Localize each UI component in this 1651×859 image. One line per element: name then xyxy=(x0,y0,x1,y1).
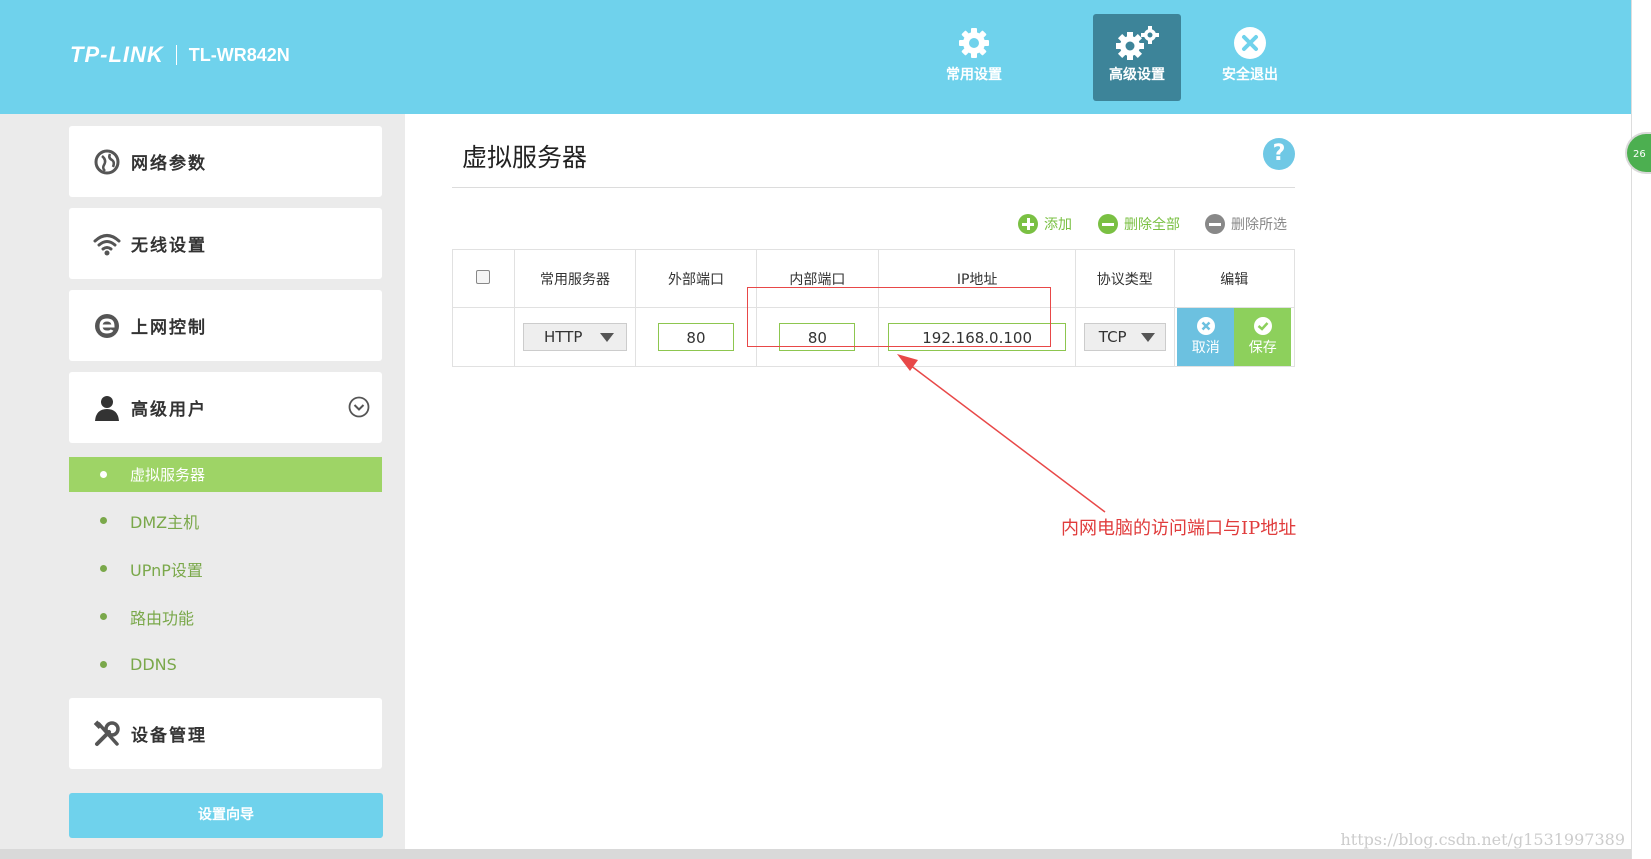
nav-label: 高级设置 xyxy=(1109,67,1165,83)
chevron-down-icon[interactable] xyxy=(348,396,370,418)
brand-logo: TP-LINK TL-WR842N xyxy=(70,42,290,68)
sidebar: 网络参数 无线设置 上网控制 高级用户 虚拟服务器 DMZ主机 UPnP设置 路… xyxy=(0,114,405,849)
sidebar-item-label: 网络参数 xyxy=(131,154,207,174)
bottom-bar xyxy=(0,849,1632,859)
gears-icon xyxy=(1116,26,1159,60)
sidebar-item-label: 高级用户 xyxy=(131,400,207,420)
scrollbar[interactable] xyxy=(1631,0,1651,859)
nav-label: 常用设置 xyxy=(946,67,1002,83)
bullet-icon xyxy=(100,565,107,572)
watermark: https://blog.csdn.net/g1531997389 xyxy=(1340,830,1625,849)
sidebar-subitem-label: DDNS xyxy=(130,655,177,674)
sidebar-subitem-label: UPnP设置 xyxy=(130,560,203,580)
bullet-icon xyxy=(100,471,107,478)
brand-name: TP-LINK xyxy=(70,42,164,67)
sidebar-item-label: 无线设置 xyxy=(131,236,207,256)
sidebar-subitem-dmz[interactable]: DMZ主机 xyxy=(69,503,382,538)
nav-basic-settings[interactable]: 常用设置 xyxy=(930,14,1018,101)
sidebar-item-label: 上网控制 xyxy=(131,318,207,338)
annotation-arrow-icon xyxy=(897,354,1106,513)
globe-icon xyxy=(94,149,120,174)
nav-logout[interactable]: 安全退出 xyxy=(1206,14,1294,101)
sidebar-item-network[interactable]: 网络参数 xyxy=(69,126,382,197)
nav-advanced-settings[interactable]: 高级设置 xyxy=(1093,14,1181,101)
gear-icon xyxy=(959,28,989,58)
sidebar-item-wireless[interactable]: 无线设置 xyxy=(69,208,382,279)
sidebar-subitem-routing[interactable]: 路由功能 xyxy=(69,599,382,634)
user-icon xyxy=(95,395,119,421)
sidebar-subitem-label: 虚拟服务器 xyxy=(130,466,206,484)
sidebar-subitem-label: 路由功能 xyxy=(130,608,195,628)
bullet-icon xyxy=(100,613,107,620)
sidebar-subitem-ddns[interactable]: DDNS xyxy=(69,647,382,682)
sidebar-subitem-upnp[interactable]: UPnP设置 xyxy=(69,551,382,586)
tools-icon xyxy=(93,719,120,746)
sidebar-subitem-label: DMZ主机 xyxy=(130,512,200,532)
exit-icon xyxy=(1234,27,1266,59)
sidebar-item-access-control[interactable]: 上网控制 xyxy=(69,290,382,361)
brand-separator xyxy=(175,45,177,65)
top-header: TP-LINK TL-WR842N 常用设置 高级设置 安全退出 xyxy=(0,0,1632,114)
model-name: TL-WR842N xyxy=(188,44,290,65)
annotation-text: 内网电脑的访问端口与IP地址 xyxy=(1061,518,1297,539)
browser-e-icon xyxy=(95,313,119,338)
sidebar-subitem-virtual-server[interactable]: 虚拟服务器 xyxy=(69,457,382,492)
bullet-icon xyxy=(100,661,107,668)
sidebar-item-advanced-user[interactable]: 高级用户 xyxy=(69,372,382,443)
sidebar-item-device-management[interactable]: 设备管理 xyxy=(69,698,382,769)
sidebar-item-label: 设备管理 xyxy=(131,726,207,746)
wifi-icon xyxy=(93,233,121,255)
nav-label: 安全退出 xyxy=(1222,67,1278,83)
setup-wizard-button[interactable]: 设置向导 xyxy=(69,793,383,838)
main-panel: 虚拟服务器 ? 添加 删除全部 删除所选 常用服务器 外部端口 内部端口 IP地… xyxy=(405,114,1632,849)
bullet-icon xyxy=(100,517,107,524)
